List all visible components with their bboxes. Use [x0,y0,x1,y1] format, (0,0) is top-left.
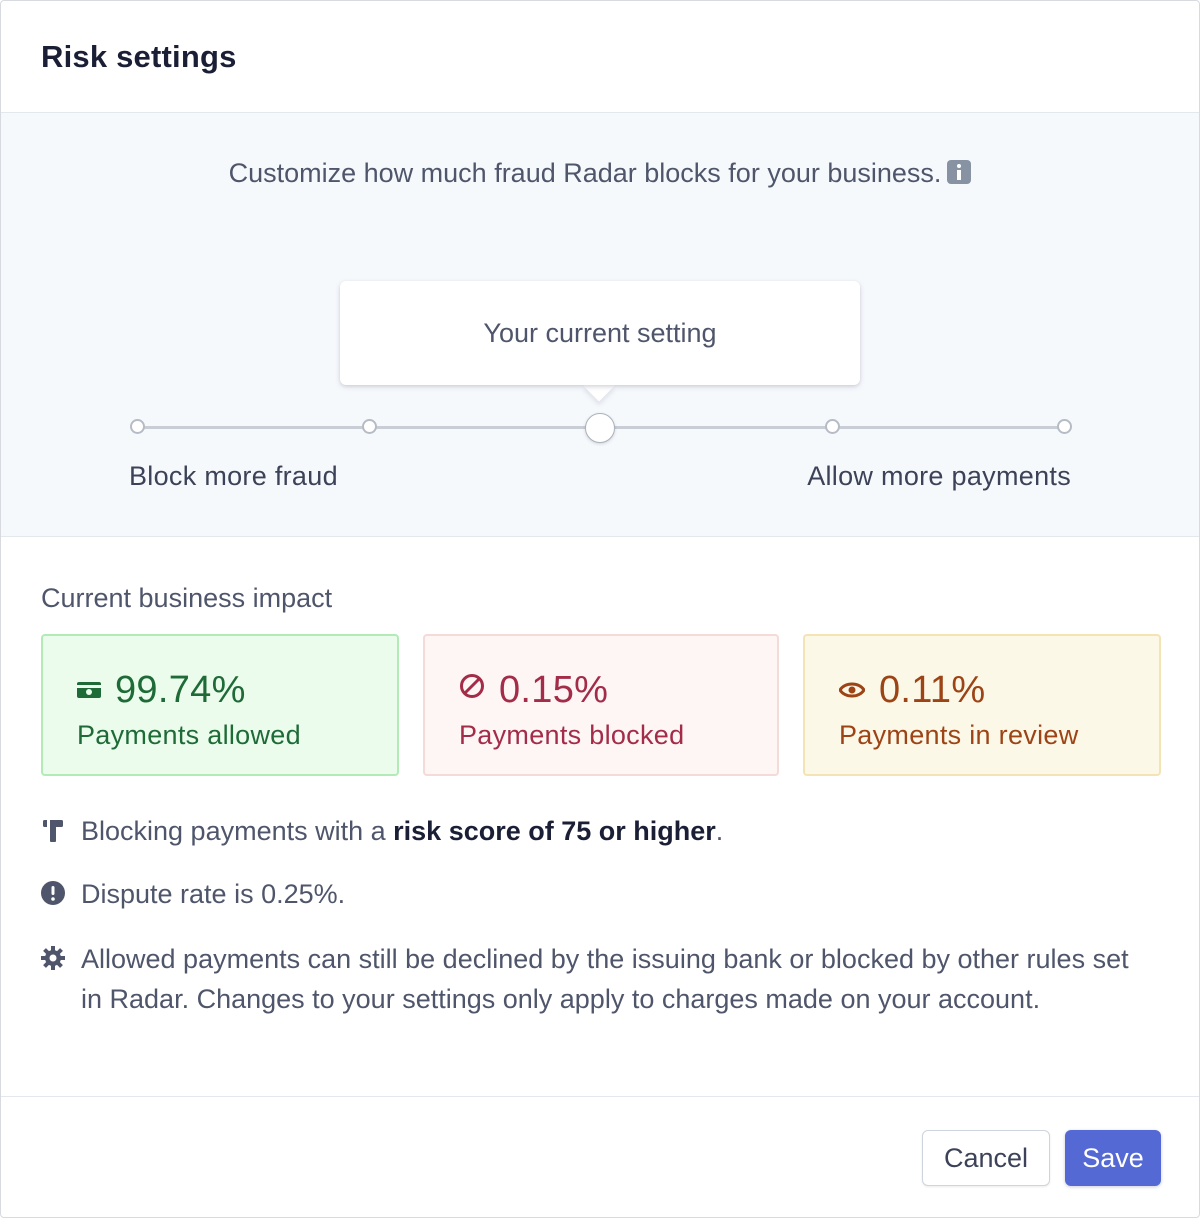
gavel-icon [41,819,65,848]
save-button[interactable]: Save [1065,1130,1161,1186]
risk-settings-dialog: Risk settings Customize how much fraud R… [0,0,1200,1218]
allowed-value: 99.74% [115,669,246,711]
slider-right-label: Allow more payments [807,461,1071,491]
blocked-value: 0.15% [499,669,609,711]
slider-stop-5[interactable] [1057,419,1072,434]
slider-stop-1[interactable] [130,419,145,434]
blocking-note: Blocking payments with a risk score of 7… [81,811,1141,851]
review-value: 0.11% [879,669,986,711]
payments-review-card: 0.11% Payments in review [803,634,1161,776]
risk-panel: Customize how much fraud Radar blocks fo… [1,113,1199,537]
current-setting-tooltip: Your current setting [340,281,860,385]
risk-intro-text: Customize how much fraud Radar blocks fo… [228,158,942,188]
dialog-footer: Cancel Save [1,1096,1199,1218]
payments-blocked-card: 0.15% Payments blocked [423,634,779,776]
dialog-title: Risk settings [41,39,237,74]
allowed-payments-note: Allowed payments can still be declined b… [81,944,1129,1014]
allowed-label: Payments allowed [77,720,301,750]
blocked-icon [459,666,485,709]
blocking-note-text: Blocking payments with a [81,816,394,846]
impact-heading: Current business impact [41,583,333,613]
slider-left-label: Block more fraud [129,461,338,491]
gear-icon [41,946,65,975]
risk-intro: Customize how much fraud Radar blocks fo… [1,158,1199,189]
review-label: Payments in review [839,720,1079,750]
blocked-label: Payments blocked [459,720,685,750]
slider-stop-4[interactable] [825,419,840,434]
alert-icon [41,881,65,910]
risk-slider-handle[interactable] [585,413,615,443]
dispute-note: Dispute rate is 0.25%. [81,879,346,909]
cash-icon [77,666,101,709]
payments-allowed-card: 99.74% Payments allowed [41,634,399,776]
blocking-note-suffix: . [715,816,724,846]
risk-score-threshold: risk score of 75 or higher [393,816,716,846]
slider-stop-2[interactable] [362,419,377,434]
cancel-button[interactable]: Cancel [922,1130,1050,1186]
info-icon[interactable] [947,160,972,184]
eye-icon [838,666,866,709]
dialog-header: Risk settings [1,1,1199,113]
